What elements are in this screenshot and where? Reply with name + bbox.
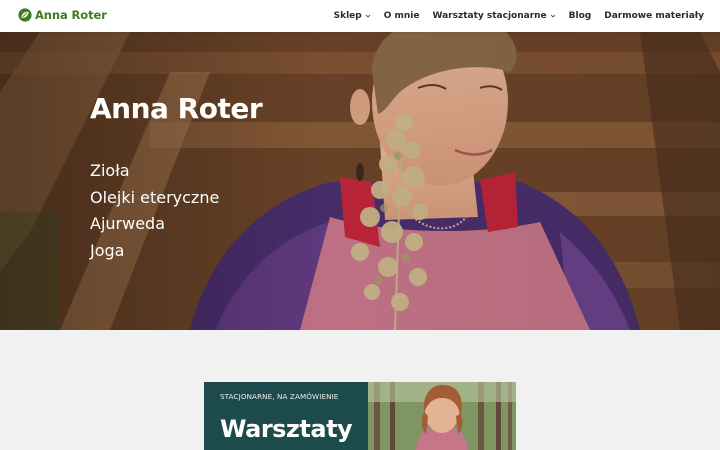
nav-item-blog[interactable]: Blog bbox=[569, 11, 592, 21]
nav-item-o-mnie[interactable]: O mnie bbox=[384, 11, 420, 21]
banner-text-panel: STACJONARNE, NA ZAMÓWIENIE Warsztaty bbox=[204, 382, 368, 450]
nav-item-warsztaty[interactable]: Warsztaty stacjonarne bbox=[432, 11, 555, 21]
hero-section: Anna Roter Zioła Olejki eteryczne Ajurwe… bbox=[0, 32, 720, 330]
hero-title: Anna Roter bbox=[90, 92, 263, 125]
workshops-banner[interactable]: STACJONARNE, NA ZAMÓWIENIE Warsztaty bbox=[204, 382, 516, 450]
banner-title: Warsztaty bbox=[220, 415, 353, 443]
hero-topic-item: Olejki eteryczne bbox=[90, 187, 220, 207]
site-header: Anna Roter Sklep O mnie Warsztaty stacjo… bbox=[0, 0, 720, 32]
nav-item-label: Warsztaty stacjonarne bbox=[432, 11, 547, 21]
nav-item-label: Darmowe materiały bbox=[604, 11, 704, 21]
main-nav: Sklep O mnie Warsztaty stacjonarne Blog … bbox=[334, 0, 704, 32]
workshops-section: STACJONARNE, NA ZAMÓWIENIE Warsztaty bbox=[0, 330, 720, 450]
banner-photo bbox=[368, 382, 516, 450]
banner-photo-panel bbox=[368, 382, 516, 450]
logo-text: Anna Roter bbox=[35, 8, 107, 22]
hero-topics-list: Zioła Olejki eteryczne Ajurweda Joga bbox=[90, 158, 219, 264]
hero-topic-item: Zioła bbox=[90, 161, 130, 180]
hero-topic-item: Joga bbox=[90, 240, 125, 260]
nav-item-label: Sklep bbox=[333, 11, 362, 21]
nav-item-label: Blog bbox=[568, 11, 592, 21]
nav-item-darmowe-materialy[interactable]: Darmowe materiały bbox=[604, 11, 704, 21]
site-logo[interactable]: Anna Roter bbox=[18, 8, 107, 22]
nav-item-label: O mnie bbox=[383, 11, 420, 21]
banner-kicker: STACJONARNE, NA ZAMÓWIENIE bbox=[220, 392, 339, 401]
chevron-down-icon bbox=[550, 14, 555, 18]
chevron-down-icon bbox=[365, 14, 371, 18]
nav-item-sklep[interactable]: Sklep bbox=[334, 11, 371, 21]
leaf-globe-icon bbox=[18, 8, 32, 22]
hero-topic-item: Ajurweda bbox=[90, 214, 165, 233]
